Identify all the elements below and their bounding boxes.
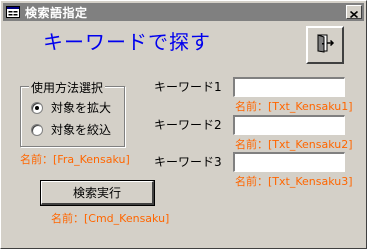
close-icon (349, 3, 359, 22)
close-button[interactable] (346, 5, 362, 19)
radio-option-label: 対象を絞込 (51, 123, 112, 137)
keyword2-label: キーワード2 (154, 118, 222, 132)
page-heading: キーワードで探す (43, 30, 211, 54)
keyword1-name-label: 名前：[Txt_Kensaku1] (235, 100, 353, 113)
usage-option-frame: 使用方法選択 対象を拡大 対象を絞込 (20, 79, 125, 147)
keyword3-label: キーワード3 (154, 155, 222, 169)
frame-name-label: 名前：[Fra_Kensaku] (20, 153, 130, 166)
radio-button-unchecked[interactable] (31, 123, 43, 136)
dialog-window: 検索語指定 キーワードで探す 使用方法選択 対象を拡大 対象を絞込 名前：[Fr… (0, 0, 367, 249)
frame-legend: 使用方法選択 (29, 79, 106, 96)
radio-option-label: 対象を拡大 (51, 101, 112, 115)
keyword2-input[interactable] (233, 115, 345, 135)
window-title: 検索語指定 (25, 5, 88, 20)
keyword3-name-label: 名前：[Txt_Kensaku3] (235, 175, 353, 188)
radio-option-narrow[interactable]: 対象を絞込 (31, 121, 111, 138)
exit-button[interactable] (306, 26, 344, 64)
keyword1-input[interactable] (233, 77, 345, 97)
search-button-label: 検索実行 (72, 186, 121, 200)
keyword3-input[interactable] (233, 152, 345, 172)
search-button-name-label: 名前：[Cmd_Kensaku] (51, 212, 170, 225)
keyword2-name-label: 名前：[Txt_Kensaku2] (235, 138, 353, 151)
radio-option-expand[interactable]: 対象を拡大 (31, 99, 111, 116)
search-execute-button[interactable]: 検索実行 (40, 180, 155, 206)
exit-door-icon (315, 33, 335, 57)
form-icon (6, 6, 20, 18)
keyword1-label: キーワード1 (154, 80, 222, 94)
title-bar[interactable]: 検索語指定 (3, 3, 364, 21)
radio-button-checked[interactable] (31, 101, 43, 114)
